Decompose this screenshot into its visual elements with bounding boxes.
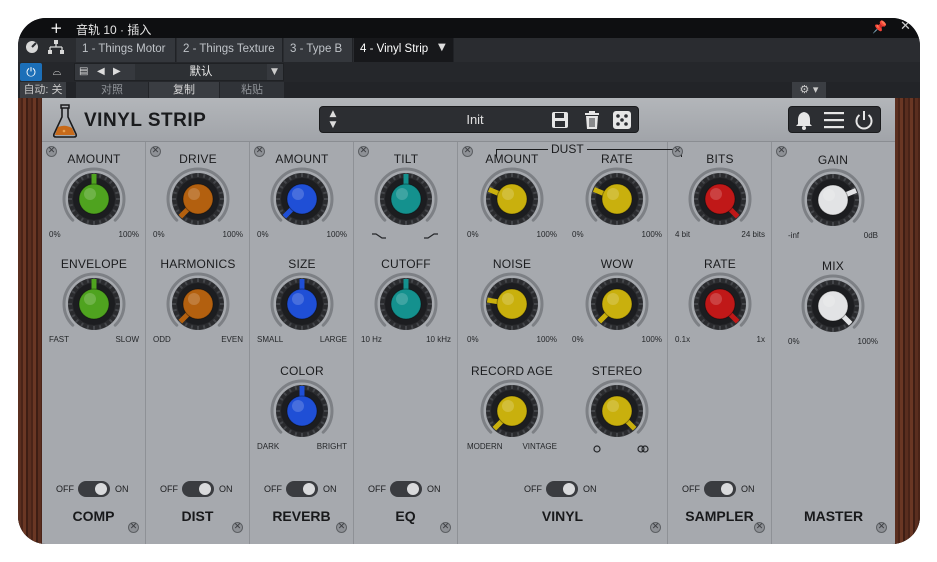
knob-dial[interactable] bbox=[584, 166, 650, 232]
screw-icon: ✕ bbox=[876, 522, 887, 533]
plugin-panel: VINYL STRIP ▲ ▼ Init ✕ AMOUNT 0% 100% EN… bbox=[42, 98, 895, 544]
knob-dial[interactable] bbox=[800, 273, 866, 339]
ab-compare-icon[interactable]: ⌓ bbox=[46, 63, 68, 81]
compare-button[interactable]: 对照 bbox=[76, 82, 148, 98]
knob-dial[interactable] bbox=[479, 378, 545, 444]
knob-dial[interactable] bbox=[269, 271, 335, 337]
window-title: 音轨 10 · 插入 bbox=[76, 23, 152, 37]
paste-button[interactable]: 粘贴 bbox=[220, 82, 284, 98]
bypass-power-button[interactable]: ⏻ bbox=[20, 63, 42, 81]
module-master: ✕ GAIN -inf 0dB MIX 0% 100% MASTER ✕ bbox=[772, 142, 895, 544]
plugin-tab-row: 1 - Things Motor 2 - Things Texture 3 - … bbox=[18, 38, 920, 62]
knob-dial[interactable] bbox=[61, 166, 127, 232]
routing-icon[interactable] bbox=[46, 40, 66, 60]
pin-icon[interactable]: 📌 bbox=[872, 20, 887, 34]
plugin-header: VINYL STRIP ▲ ▼ Init bbox=[42, 98, 895, 142]
preset-list-icon[interactable]: ▤ bbox=[79, 64, 88, 80]
knob-dial[interactable] bbox=[584, 378, 650, 444]
stereo-icon bbox=[637, 445, 649, 453]
module-name: VINYL bbox=[541, 508, 584, 524]
module-vinyl: ✕ DUST AMOUNT 0% 100% RATE 0% 100% NOISE bbox=[458, 142, 682, 544]
plugin-preset-bar: ▲ ▼ Init bbox=[319, 106, 639, 133]
tilt-high-icon bbox=[424, 233, 438, 239]
tilt-low-icon bbox=[372, 233, 386, 239]
module-comp: ✕ AMOUNT 0% 100% ENVELOPE FAST SLOW OFF O… bbox=[42, 142, 146, 544]
module-eq: ✕ TILT CUTOFF 10 Hz 10 kHz OFF ON EQ ✕ bbox=[354, 142, 458, 544]
wood-side-left bbox=[18, 98, 42, 544]
screw-icon: ✕ bbox=[128, 522, 139, 533]
plugin-controls-box bbox=[788, 106, 881, 133]
gear-icon[interactable]: ⚙ ▾ bbox=[792, 82, 826, 98]
module-reverb: ✕ AMOUNT 0% 100% SIZE SMALL LARGE COLOR … bbox=[250, 142, 354, 544]
plugin-name: VINYL STRIP bbox=[84, 110, 207, 131]
screw-icon: ✕ bbox=[232, 522, 243, 533]
knob-dial[interactable] bbox=[479, 271, 545, 337]
host-preset-name[interactable]: 默认 bbox=[135, 64, 267, 80]
host-preset-row: ⏻ ⌓ ▤ ◀ ▶ 默认 ▼ bbox=[18, 62, 920, 82]
save-icon[interactable] bbox=[550, 110, 570, 130]
knob-dial[interactable] bbox=[687, 166, 753, 232]
tab-things-texture[interactable]: 2 - Things Texture bbox=[177, 38, 283, 62]
plugin-preset-name[interactable]: Init bbox=[400, 107, 550, 132]
mono-icon bbox=[593, 445, 601, 453]
tab-things-motor[interactable]: 1 - Things Motor bbox=[76, 38, 176, 62]
knob-dial[interactable] bbox=[479, 166, 545, 232]
knob-dial[interactable] bbox=[373, 271, 439, 337]
preset-dropdown-icon[interactable]: ▼ bbox=[271, 64, 278, 80]
module-sampler: ✕ BITS 4 bit 24 bits RATE 0.1x 1x OFF ON … bbox=[668, 142, 772, 544]
knob-dial[interactable] bbox=[269, 166, 335, 232]
title-bar: + 音轨 10 · 插入 📌 ✕ bbox=[18, 18, 920, 38]
close-icon[interactable]: ✕ bbox=[900, 19, 911, 34]
knob-dial[interactable] bbox=[800, 167, 866, 233]
add-icon[interactable]: + bbox=[50, 19, 63, 37]
screw-icon: ✕ bbox=[754, 522, 765, 533]
power-icon[interactable] bbox=[853, 110, 875, 130]
delete-icon[interactable] bbox=[582, 110, 602, 130]
knob-dial[interactable] bbox=[61, 271, 127, 337]
wood-side-right bbox=[895, 98, 920, 544]
copy-button[interactable]: 复制 bbox=[149, 82, 219, 98]
host-preset-bar: ▤ ◀ ▶ 默认 ▼ bbox=[74, 63, 284, 81]
automation-button[interactable]: 自动: 关 bbox=[20, 82, 66, 98]
knob-dial[interactable] bbox=[687, 271, 753, 337]
plugin-window: + 音轨 10 · 插入 📌 ✕ 1 - Things Motor 2 - Th… bbox=[18, 18, 920, 544]
screw-icon: ✕ bbox=[440, 522, 451, 533]
prev-preset-icon[interactable]: ◀ bbox=[97, 64, 105, 80]
flask-logo-icon bbox=[52, 104, 78, 138]
knob-dial[interactable] bbox=[269, 378, 335, 444]
tab-type-b[interactable]: 3 - Type B bbox=[284, 38, 353, 62]
tab-dropdown-icon[interactable]: ▼ bbox=[438, 42, 446, 53]
menu-icon[interactable] bbox=[823, 110, 845, 130]
module-name: MASTER bbox=[803, 508, 864, 524]
random-dice-icon[interactable] bbox=[612, 110, 632, 130]
screw-icon: ✕ bbox=[650, 522, 661, 533]
next-preset-icon[interactable]: ▶ bbox=[113, 64, 121, 80]
plugin-area: VINYL STRIP ▲ ▼ Init ✕ AMOUNT 0% 100% EN… bbox=[18, 98, 920, 544]
knob-dial[interactable] bbox=[584, 271, 650, 337]
bell-icon[interactable] bbox=[793, 110, 815, 130]
host-auto-row: 自动: 关 对照 复制 粘贴 ⚙ ▾ bbox=[18, 82, 920, 98]
plugin-menu-icon[interactable] bbox=[22, 40, 42, 60]
knob-dial[interactable] bbox=[165, 271, 231, 337]
knob-dial[interactable] bbox=[373, 166, 439, 232]
preset-up-down-icon[interactable]: ▲ ▼ bbox=[326, 109, 340, 131]
knob-dial[interactable] bbox=[165, 166, 231, 232]
module-dist: ✕ DRIVE 0% 100% HARMONICS ODD EVEN OFF ON… bbox=[146, 142, 250, 544]
screw-icon: ✕ bbox=[336, 522, 347, 533]
